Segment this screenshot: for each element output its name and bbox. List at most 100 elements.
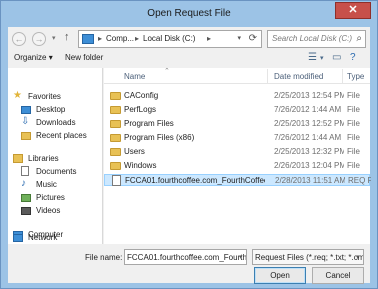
- file-type-dropdown-icon[interactable]: ▾: [356, 253, 360, 261]
- recent-places-icon: [21, 132, 31, 140]
- file-name: FCCA01.fourthcoffee.com_FourthCoffee ...: [125, 176, 265, 185]
- folder-row[interactable]: Program Files (x86) 7/26/2012 1:44 AM Fi…: [104, 132, 370, 144]
- libraries-icon: [13, 154, 23, 163]
- desktop-icon: [21, 106, 31, 114]
- file-type: File: [347, 105, 360, 114]
- forward-button[interactable]: →: [32, 32, 46, 46]
- folder-icon: [110, 92, 121, 100]
- file-name: Program Files: [124, 119, 174, 128]
- file-row-selected[interactable]: FCCA01.fourthcoffee.com_FourthCoffee ...…: [104, 174, 371, 186]
- search-icon[interactable]: ⌕: [356, 33, 362, 44]
- file-type: File: [347, 91, 360, 100]
- column-divider[interactable]: [267, 69, 268, 83]
- view-options-icon[interactable]: ☰: [308, 52, 317, 63]
- file-date: 2/25/2013 12:52 PM: [274, 119, 344, 128]
- search-input[interactable]: Search Local Disk (C:) ⌕: [267, 30, 366, 48]
- organize-button[interactable]: Organize ▾: [14, 53, 53, 62]
- view-dropdown-icon[interactable]: ▾: [320, 54, 324, 62]
- computer-icon: [82, 34, 94, 44]
- folder-icon: [110, 162, 121, 170]
- nav-favorites[interactable]: ★ Favorites: [8, 90, 103, 103]
- nav-downloads[interactable]: ⇩ Downloads: [8, 116, 103, 129]
- file-type: File: [347, 147, 360, 156]
- breadcrumb-local-disk[interactable]: Local Disk (C:): [143, 34, 195, 43]
- folder-icon: [110, 106, 121, 114]
- dialog-window: Open Request File ✕ ← → ▾ ↑ ▸ Comp... ▸ …: [0, 0, 378, 289]
- folder-row[interactable]: CAConfig 2/25/2013 12:54 PM File: [104, 90, 370, 102]
- folder-row[interactable]: Windows 2/26/2013 12:04 PM File: [104, 160, 370, 172]
- nav-music[interactable]: ♪ Music: [8, 178, 103, 191]
- nav-network[interactable]: Network: [8, 232, 103, 244]
- dialog-title: Open Request File: [147, 8, 231, 19]
- breadcrumb-separator: ▸: [135, 34, 140, 43]
- breadcrumb-computer[interactable]: Comp...: [106, 34, 134, 43]
- address-bar[interactable]: ▸ Comp... ▸ Local Disk (C:) ▸ ▾ ⟳: [78, 30, 262, 48]
- file-name: Windows: [124, 161, 157, 170]
- preview-pane-icon[interactable]: ▭: [332, 52, 341, 63]
- cancel-button[interactable]: Cancel: [312, 267, 364, 284]
- file-type-select[interactable]: Request Files (*.req; *.txt; *.cmc: [252, 249, 364, 265]
- folder-icon: [110, 120, 121, 128]
- file-list: ⌃ Name Date modified Type CAConfig 2/25/…: [104, 68, 371, 244]
- nav-videos[interactable]: Videos: [8, 205, 103, 217]
- column-divider[interactable]: [342, 69, 343, 83]
- documents-icon: [21, 166, 29, 176]
- folder-row[interactable]: PerfLogs 7/26/2012 1:44 AM File: [104, 104, 370, 116]
- close-button[interactable]: ✕: [335, 2, 371, 19]
- sort-ascending-icon: ⌃: [164, 68, 170, 75]
- nav-documents[interactable]: Documents: [8, 166, 103, 178]
- file-date: 2/28/2013 11:51 AM: [275, 176, 345, 185]
- file-name: Program Files (x86): [124, 133, 195, 142]
- search-placeholder: Search Local Disk (C:): [272, 34, 353, 43]
- back-button[interactable]: ←: [12, 32, 26, 46]
- folder-row[interactable]: Users 2/25/2013 12:32 PM File: [104, 146, 370, 158]
- file-type: File: [347, 161, 360, 170]
- file-name: PerfLogs: [124, 105, 157, 114]
- open-button[interactable]: Open: [254, 267, 306, 284]
- music-icon: ♪: [21, 178, 26, 189]
- navigation-pane: ★ Favorites Desktop ⇩ Downloads Recent p…: [8, 68, 103, 244]
- file-name-label: File name:: [85, 253, 123, 262]
- breadcrumb-separator: ▸: [98, 34, 103, 43]
- help-icon[interactable]: ?: [350, 52, 356, 63]
- title-bar[interactable]: Open Request File ✕: [1, 1, 377, 27]
- file-type: REQ File: [348, 176, 371, 185]
- nav-libraries[interactable]: Libraries: [8, 153, 103, 165]
- nav-recent-places[interactable]: Recent places: [8, 130, 103, 142]
- file-date: 2/25/2013 12:54 PM: [274, 91, 344, 100]
- network-icon: [13, 234, 23, 242]
- column-header-row: ⌃ Name Date modified Type: [104, 68, 370, 84]
- address-dropdown-icon[interactable]: ▾: [237, 34, 241, 42]
- file-type: File: [347, 119, 360, 128]
- file-name: Users: [124, 147, 145, 156]
- pictures-icon: [21, 194, 31, 202]
- column-type[interactable]: Type: [347, 72, 364, 81]
- file-name-input[interactable]: FCCA01.fourthcoffee.com_Fourth: [124, 249, 247, 265]
- refresh-icon[interactable]: ⟳: [249, 33, 257, 44]
- column-date-modified[interactable]: Date modified: [274, 72, 323, 81]
- organize-label: Organize: [14, 53, 47, 62]
- file-type: File: [347, 133, 360, 142]
- up-arrow-icon[interactable]: ↑: [64, 31, 70, 43]
- recent-locations-dropdown[interactable]: ▾: [52, 34, 56, 42]
- download-icon: ⇩: [21, 116, 30, 127]
- file-date: 2/25/2013 12:32 PM: [274, 147, 344, 156]
- column-name[interactable]: Name: [124, 72, 145, 81]
- file-name: CAConfig: [124, 91, 159, 100]
- file-date: 2/26/2013 12:04 PM: [274, 161, 344, 170]
- file-name-dropdown-icon[interactable]: ▾: [239, 253, 243, 261]
- request-file-icon: [112, 175, 121, 186]
- chevron-down-icon: ▾: [48, 53, 53, 62]
- file-date: 7/26/2012 1:44 AM: [274, 133, 342, 142]
- file-date: 7/26/2012 1:44 AM: [274, 105, 342, 114]
- folder-row[interactable]: Program Files 2/25/2013 12:52 PM File: [104, 118, 370, 130]
- nav-desktop[interactable]: Desktop: [8, 104, 103, 116]
- videos-icon: [21, 207, 31, 215]
- folder-icon: [110, 148, 121, 156]
- dialog-client: ← → ▾ ↑ ▸ Comp... ▸ Local Disk (C:) ▸ ▾ …: [8, 27, 371, 284]
- breadcrumb-separator: ▸: [207, 34, 212, 43]
- nav-pictures[interactable]: Pictures: [8, 192, 103, 204]
- new-folder-button[interactable]: New folder: [65, 53, 103, 62]
- folder-icon: [110, 134, 121, 142]
- toolbar: Organize ▾ New folder ☰ ▾ ▭ ?: [8, 50, 370, 68]
